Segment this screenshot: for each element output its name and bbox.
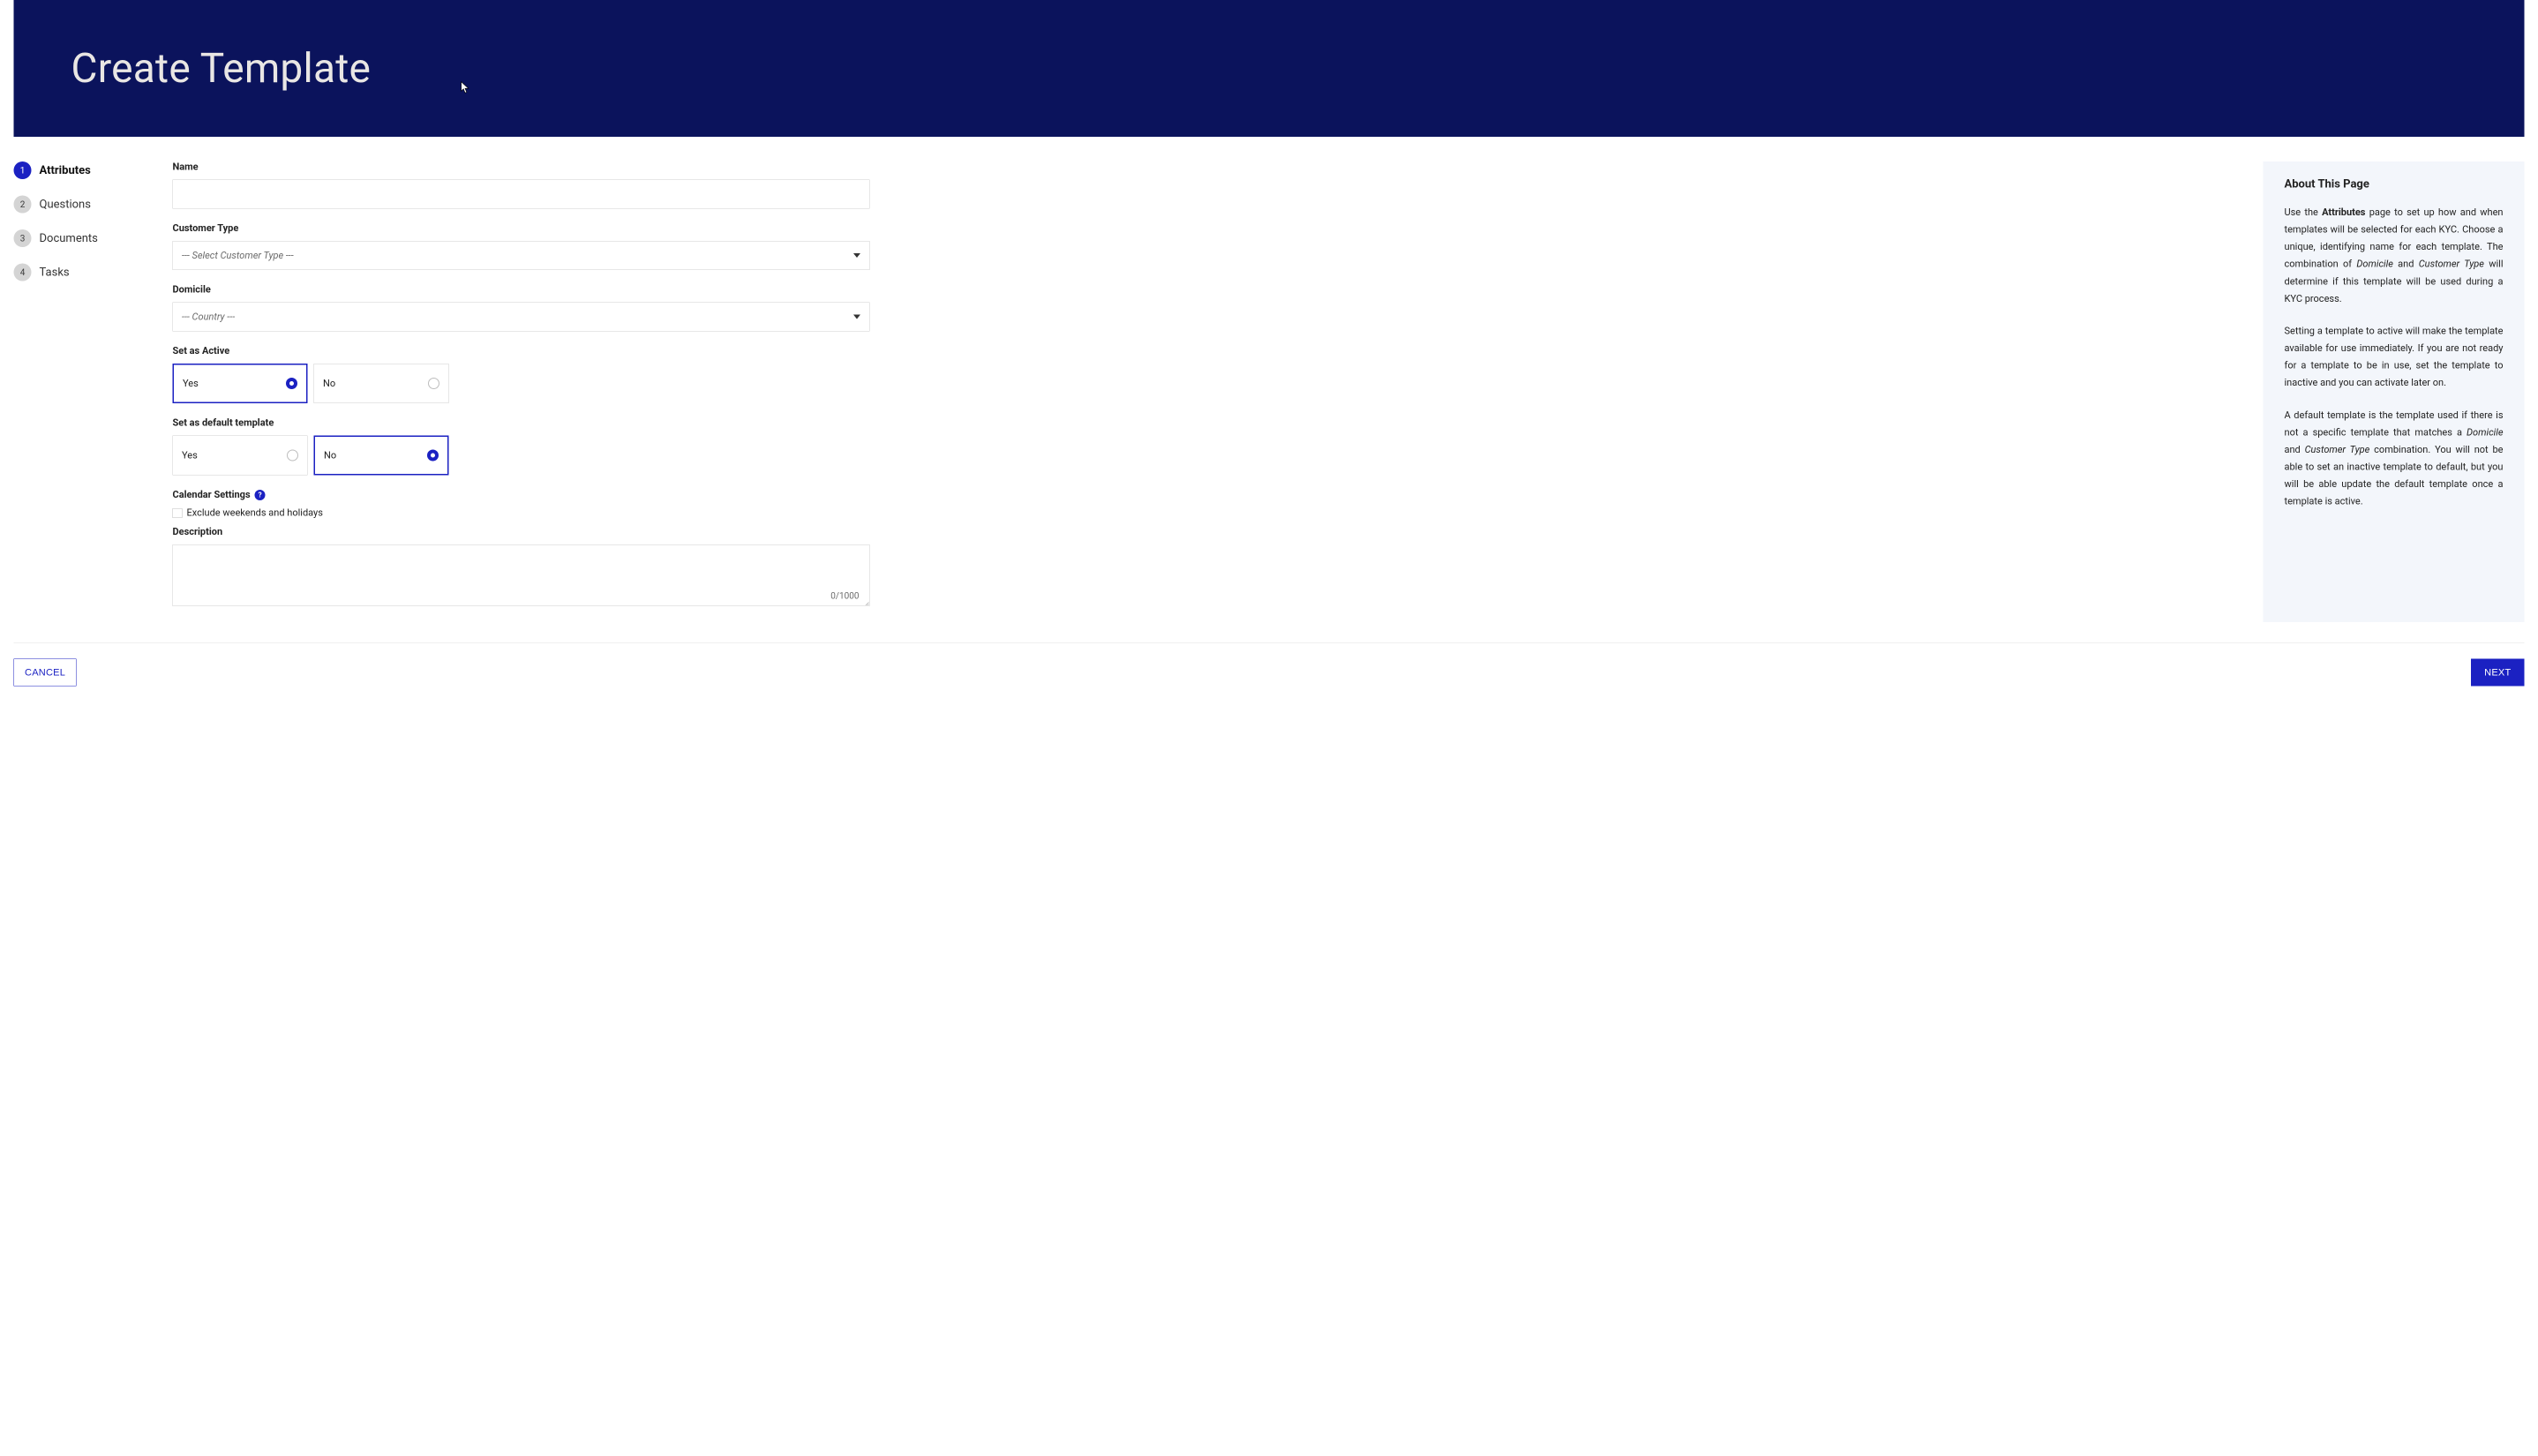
chevron-down-icon <box>853 315 860 319</box>
step-badge: 4 <box>14 264 32 281</box>
radio-icon <box>427 450 439 462</box>
step-label: Documents <box>40 232 98 245</box>
radio-label: No <box>324 450 336 462</box>
calendar-settings-label: Calendar Settings ? <box>173 490 870 501</box>
set-active-label: Set as Active <box>173 346 870 357</box>
about-title: About This Page <box>2285 177 2504 191</box>
about-paragraph-2: Setting a template to active will make t… <box>2285 322 2504 391</box>
name-label: Name <box>173 161 870 173</box>
customer-type-select[interactable]: --- Select Customer Type --- <box>173 241 870 270</box>
step-label: Tasks <box>40 266 70 279</box>
step-attributes[interactable]: 1 Attributes <box>14 161 164 179</box>
step-label: Questions <box>40 198 91 211</box>
step-badge: 3 <box>14 229 32 247</box>
chevron-down-icon <box>853 253 860 258</box>
radio-icon <box>286 378 297 389</box>
calendar-settings-text: Calendar Settings <box>173 490 251 501</box>
radio-icon <box>428 378 439 389</box>
exclude-weekends-label: Exclude weekends and holidays <box>187 507 323 519</box>
domicile-placeholder: --- Country --- <box>182 311 235 323</box>
wizard-footer: CANCEL NEXT <box>14 642 2525 687</box>
radio-icon <box>287 450 298 462</box>
radio-label: Yes <box>183 378 199 389</box>
step-tasks[interactable]: 4 Tasks <box>14 264 164 281</box>
set-active-no[interactable]: No <box>314 364 449 403</box>
description-textarea[interactable] <box>173 544 870 606</box>
set-default-no[interactable]: No <box>314 436 449 476</box>
domicile-label: Domicile <box>173 284 870 296</box>
customer-type-label: Customer Type <box>173 223 870 235</box>
radio-label: No <box>323 378 335 389</box>
customer-type-placeholder: --- Select Customer Type --- <box>182 250 294 261</box>
next-button[interactable]: NEXT <box>2471 659 2524 687</box>
help-icon[interactable]: ? <box>255 490 266 500</box>
step-badge: 2 <box>14 196 32 214</box>
set-default-yes[interactable]: Yes <box>173 436 308 476</box>
attributes-form: Name Customer Type --- Select Customer T… <box>173 161 870 622</box>
step-questions[interactable]: 2 Questions <box>14 196 164 214</box>
page-header: Create Template <box>14 0 2525 137</box>
about-panel: About This Page Use the Attributes page … <box>2264 161 2525 622</box>
wizard-stepper: 1 Attributes 2 Questions 3 Documents 4 T… <box>14 161 164 622</box>
checkbox-icon <box>173 508 183 518</box>
cancel-button[interactable]: CANCEL <box>14 659 77 687</box>
name-input[interactable] <box>173 180 870 209</box>
domicile-select[interactable]: --- Country --- <box>173 303 870 332</box>
description-label: Description <box>173 527 870 538</box>
step-label: Attributes <box>40 164 91 177</box>
about-paragraph-3: A default template is the template used … <box>2285 407 2504 510</box>
set-active-yes[interactable]: Yes <box>173 364 308 403</box>
exclude-weekends-checkbox[interactable]: Exclude weekends and holidays <box>173 507 870 519</box>
radio-label: Yes <box>182 450 198 462</box>
about-paragraph-1: Use the Attributes page to set up how an… <box>2285 204 2504 307</box>
page-title: Create Template <box>14 45 372 93</box>
cursor-icon <box>461 81 470 94</box>
step-badge: 1 <box>14 161 32 179</box>
step-documents[interactable]: 3 Documents <box>14 229 164 247</box>
set-default-label: Set as default template <box>173 417 870 429</box>
